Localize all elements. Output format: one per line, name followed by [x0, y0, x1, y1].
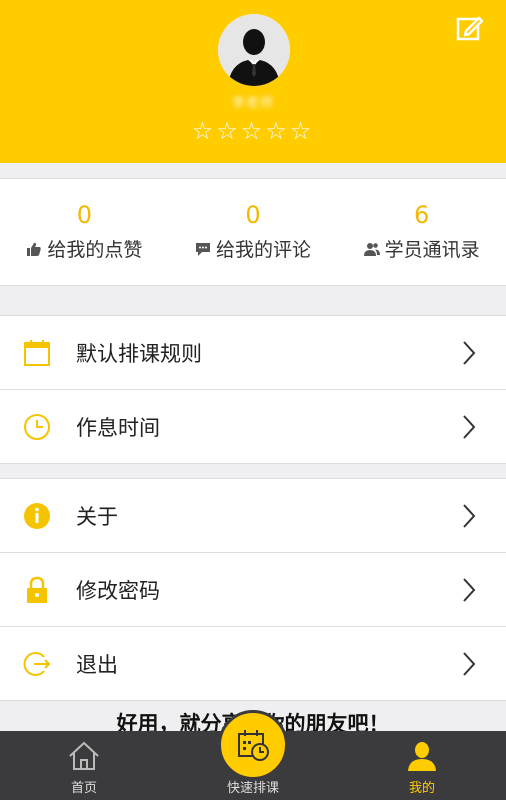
- thumbs-up-icon: [27, 242, 41, 256]
- clock-icon: [24, 413, 50, 440]
- menu-item-rest-time[interactable]: 作息时间: [0, 389, 506, 463]
- avatar[interactable]: [218, 14, 290, 86]
- chevron-right-icon: [463, 414, 476, 439]
- stat-comments[interactable]: 0 给我的评论: [169, 179, 338, 285]
- avatar-silhouette-icon: [218, 14, 290, 86]
- contacts-label: 学员通讯录: [384, 239, 480, 261]
- chevron-right-icon: [463, 577, 476, 602]
- edit-icon: [456, 16, 484, 41]
- tab-mine-label: 我的: [408, 781, 435, 796]
- menu-label: 关于: [76, 504, 118, 529]
- home-icon: [69, 741, 99, 770]
- menu-group-schedule: 默认排课规则 作息时间: [0, 315, 506, 464]
- menu-item-default-schedule-rules[interactable]: 默认排课规则: [0, 316, 506, 389]
- user-icon: [408, 742, 436, 771]
- tab-home-label: 首页: [70, 781, 97, 796]
- menu-item-about[interactable]: 关于: [0, 479, 506, 552]
- comments-label: 给我的评论: [216, 239, 312, 261]
- users-icon: [363, 242, 380, 256]
- profile-header: 李老师 ☆☆☆☆☆: [0, 0, 506, 163]
- menu-label: 默认排课规则: [76, 341, 202, 366]
- stat-contacts[interactable]: 6 学员通讯录: [337, 179, 506, 285]
- likes-count: 0: [76, 201, 92, 229]
- menu-label: 作息时间: [76, 415, 160, 440]
- logout-icon: [23, 651, 51, 676]
- menu-group-settings: 关于 修改密码 退出: [0, 478, 506, 701]
- menu-item-logout[interactable]: 退出: [0, 626, 506, 700]
- menu-label: 退出: [76, 652, 118, 677]
- chevron-right-icon: [463, 651, 476, 676]
- chevron-right-icon: [463, 503, 476, 528]
- edit-profile-button[interactable]: [456, 14, 484, 42]
- menu-label: 修改密码: [76, 578, 160, 603]
- contacts-count: 6: [414, 201, 430, 229]
- calendar-clock-icon: [238, 730, 269, 761]
- stat-likes[interactable]: 0 给我的点赞: [0, 179, 169, 285]
- stats-bar: 0 给我的点赞 0 给我的评论 6 学员通讯录: [0, 178, 506, 286]
- rating-stars: ☆☆☆☆☆: [191, 117, 315, 145]
- comment-icon: [196, 242, 210, 256]
- lock-icon: [27, 576, 47, 603]
- username: 李老师: [231, 96, 274, 111]
- tab-mine[interactable]: 我的: [338, 731, 506, 800]
- chevron-right-icon: [463, 340, 476, 365]
- quick-schedule-fab[interactable]: [218, 710, 288, 780]
- tab-home[interactable]: 首页: [0, 731, 168, 800]
- likes-label: 给我的点赞: [47, 239, 143, 261]
- comments-count: 0: [245, 201, 261, 229]
- calendar-icon: [24, 339, 50, 366]
- info-icon: [24, 502, 50, 529]
- menu-item-change-password[interactable]: 修改密码: [0, 552, 506, 626]
